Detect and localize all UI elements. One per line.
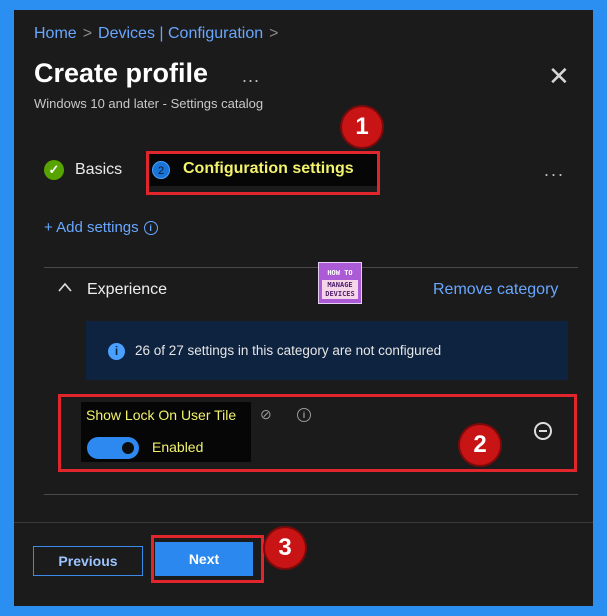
annotation-box-configuration	[146, 151, 380, 195]
info-banner-text: 26 of 27 settings in this category are n…	[135, 343, 442, 358]
divider	[44, 494, 578, 495]
tab-basics[interactable]: Basics	[75, 161, 122, 179]
title-more-icon[interactable]: ...	[242, 66, 260, 87]
more-options-icon[interactable]: ...	[544, 160, 565, 181]
divider	[44, 267, 578, 268]
check-circle-icon: ✓	[44, 160, 64, 180]
breadcrumb-separator: >	[82, 25, 93, 42]
info-icon: i	[108, 343, 125, 360]
breadcrumb: Home > Devices | Configuration >	[34, 25, 285, 43]
annotation-badge-1: 1	[342, 107, 382, 147]
previous-button[interactable]: Previous	[33, 546, 143, 576]
add-settings-label[interactable]: + Add settings	[44, 219, 139, 236]
create-profile-panel: Home > Devices | Configuration > Create pro…	[14, 10, 593, 606]
page-subtitle: Windows 10 and later - Settings catalog	[34, 96, 264, 111]
footer-divider	[14, 522, 593, 523]
close-icon[interactable]: ✕	[548, 63, 570, 89]
breadcrumb-devices-configuration[interactable]: Devices | Configuration	[98, 25, 263, 42]
remove-category-link[interactable]: Remove category	[433, 281, 558, 299]
annotation-box-next	[151, 535, 264, 583]
annotation-box-setting	[58, 394, 577, 472]
breadcrumb-separator: >	[269, 25, 279, 42]
watermark-logo: HOW TO MANAGE DEVICES	[318, 262, 362, 304]
chevron-up-icon[interactable]	[58, 279, 72, 296]
logo-line-2: MANAGE DEVICES	[322, 280, 358, 299]
info-circle-icon: i	[143, 221, 158, 235]
annotation-badge-3: 3	[265, 528, 305, 568]
annotation-badge-2: 2	[460, 425, 500, 465]
add-settings-link[interactable]: + Add settings i	[44, 219, 158, 236]
logo-line-1: HOW TO	[327, 269, 353, 277]
breadcrumb-home[interactable]: Home	[34, 25, 77, 42]
category-name: Experience	[87, 281, 168, 298]
page-title: Create profile	[34, 58, 209, 88]
